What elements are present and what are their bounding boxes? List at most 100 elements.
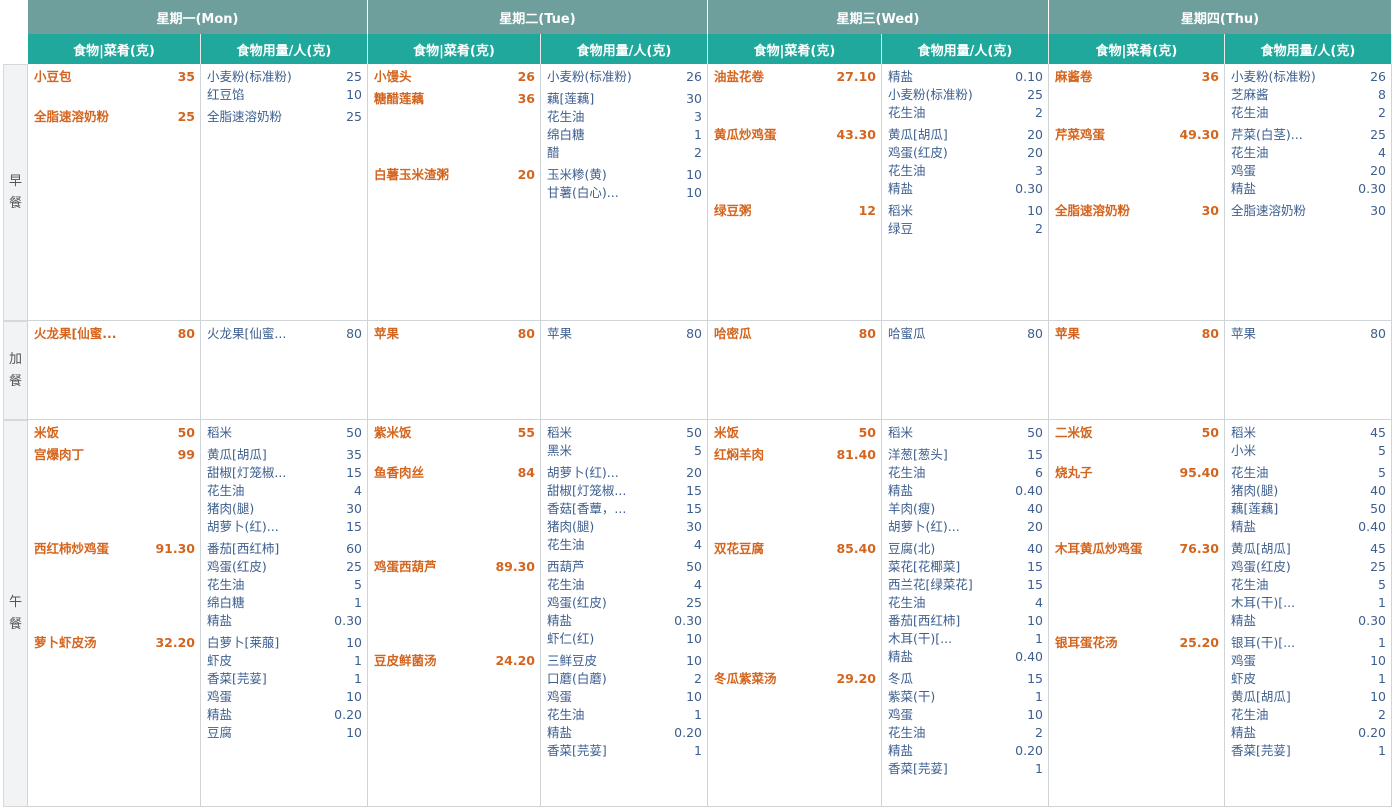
meal-label-char: 午 (8, 594, 22, 610)
ingredient-weight: 25 (686, 595, 702, 610)
ingredient-name: 豆腐(北) (888, 541, 936, 556)
ingredient-name: 花生油 (1231, 707, 1269, 722)
ingredient-weight: 80 (686, 326, 702, 341)
ingredient-name: 甜椒[灯笼椒... (207, 465, 287, 480)
ingredient-weight: 2 (1035, 725, 1043, 740)
ingredient-weight: 30 (686, 91, 702, 106)
ingredient-name: 胡萝卜(红)... (207, 519, 279, 534)
ingredient-name: 鸡蛋(红皮) (888, 145, 948, 160)
ingredient-weight: 10 (1370, 689, 1386, 704)
meal-label-char: 餐 (8, 373, 22, 389)
ingredient-weight: 10 (346, 87, 362, 102)
ingredient-name: 稻米 (888, 425, 914, 440)
dish-weight: 99 (177, 447, 195, 462)
dish-cell (28, 64, 201, 321)
ingredient-weight: 5 (1378, 465, 1386, 480)
dish-name: 油盐花卷 (714, 69, 765, 84)
ingredient-weight: 30 (346, 501, 362, 516)
ingredient-name: 番茄[西红柿] (207, 541, 280, 556)
dish-name: 紫米饭 (374, 425, 412, 440)
ingredient-weight: 5 (1378, 577, 1386, 592)
ingredient-name: 花生油 (888, 595, 926, 610)
dish-cell (1049, 64, 1225, 321)
ingredient-name: 三鲜豆皮 (547, 653, 598, 668)
ingredient-weight: 0.30 (1358, 613, 1386, 628)
ingredient-name: 花生油 (547, 707, 585, 722)
dish-name: 全脂速溶奶粉 (34, 109, 110, 124)
day-header: 星期三(Wed) (708, 0, 1049, 34)
ingredient-name: 鸡蛋 (547, 689, 573, 704)
ingredient-weight: 50 (1027, 425, 1043, 440)
ingredient-name: 醋 (547, 145, 560, 160)
ingredient-name: 香菜[芫荽] (1231, 743, 1291, 758)
ingredient-weight: 4 (694, 577, 702, 592)
ingredient-name: 玉米糁(黄) (547, 167, 607, 182)
ingredient-weight: 26 (686, 69, 702, 84)
dish-name: 芹菜鸡蛋 (1055, 127, 1106, 142)
ingredient-weight: 25 (1027, 87, 1043, 102)
dish-weight: 25 (177, 109, 195, 124)
ingredient-name: 紫菜(干) (888, 689, 936, 704)
ingredient-weight: 3 (1035, 163, 1043, 178)
ingredient-weight: 15 (686, 483, 702, 498)
ingredient-weight: 25 (346, 559, 362, 574)
ingredient-name: 精盐 (1231, 181, 1257, 196)
dish-weight: 29.20 (836, 671, 876, 686)
dish-name: 小豆包 (34, 69, 72, 84)
ingredient-name: 菜花[花椰菜] (888, 559, 961, 574)
ingredient-name: 黄瓜[胡瓜] (1231, 689, 1291, 704)
dish-weight: 81.40 (836, 447, 876, 462)
ingredient-weight: 2 (694, 671, 702, 686)
ingredient-weight: 2 (1378, 105, 1386, 120)
ingredient-name: 西兰花[绿菜花] (888, 577, 973, 592)
dish-name: 糖醋莲藕 (374, 91, 425, 106)
dish-name: 豆皮鲜菌汤 (374, 653, 437, 668)
ingredient-weight: 2 (1035, 221, 1043, 236)
ingredient-weight: 0.20 (1358, 725, 1386, 740)
ingredient-name: 黄瓜[胡瓜] (1231, 541, 1291, 556)
ingredient-name: 精盐 (207, 707, 233, 722)
dish-name: 鱼香肉丝 (374, 465, 425, 480)
ingredient-name: 稻米 (888, 203, 914, 218)
ingredient-name: 苹果 (547, 326, 573, 341)
dish-weight: 80 (177, 326, 195, 341)
ingredient-name: 芹菜(白茎)... (1231, 127, 1303, 142)
ingredient-weight: 45 (1370, 541, 1386, 556)
meal-label: 午餐 (3, 420, 27, 807)
ingredient-name: 花生油 (207, 483, 245, 498)
ingredient-name: 稻米 (547, 425, 573, 440)
ingredient-name: 冬瓜 (888, 671, 914, 686)
ingredient-name: 稻米 (1231, 425, 1257, 440)
dish-weight: 80 (1201, 326, 1219, 341)
ingredient-weight: 1 (1035, 631, 1043, 646)
ingredient-weight: 10 (1027, 203, 1043, 218)
dish-name: 烧丸子 (1055, 465, 1093, 480)
dish-weight: 12 (858, 203, 876, 218)
ingredient-weight: 15 (1027, 671, 1043, 686)
dish-name: 西红柿炒鸡蛋 (34, 541, 110, 556)
ingredient-weight: 25 (1370, 127, 1386, 142)
ingredient-weight: 80 (346, 326, 362, 341)
ingredient-name: 小麦粉(标准粉) (888, 87, 973, 102)
dish-name: 萝卜虾皮汤 (34, 635, 97, 650)
ingredient-name: 虾皮 (1231, 671, 1257, 686)
ingredient-name: 全脂速溶奶粉 (207, 109, 283, 124)
ingredient-name: 豆腐 (207, 725, 233, 740)
dish-column-header: 食物|菜肴(克) (1049, 34, 1225, 64)
dish-name: 哈密瓜 (714, 326, 752, 341)
dish-name: 黄瓜炒鸡蛋 (714, 127, 777, 142)
ingredient-weight: 0.40 (1358, 519, 1386, 534)
ingredient-weight: 1 (1378, 635, 1386, 650)
ingredient-weight: 15 (686, 501, 702, 516)
dish-name: 双花豆腐 (714, 541, 765, 556)
dish-weight: 55 (517, 425, 535, 440)
ingredient-name: 精盐 (1231, 725, 1257, 740)
ingredient-weight: 80 (1027, 326, 1043, 341)
ingredient-weight: 30 (1370, 203, 1386, 218)
ingredient-name: 虾皮 (207, 653, 233, 668)
ingredient-weight: 15 (1027, 559, 1043, 574)
ingredient-weight: 0.20 (1015, 743, 1043, 758)
ingredient-weight: 1 (354, 653, 362, 668)
ingredient-weight: 20 (686, 465, 702, 480)
ingredient-weight: 0.30 (1358, 181, 1386, 196)
